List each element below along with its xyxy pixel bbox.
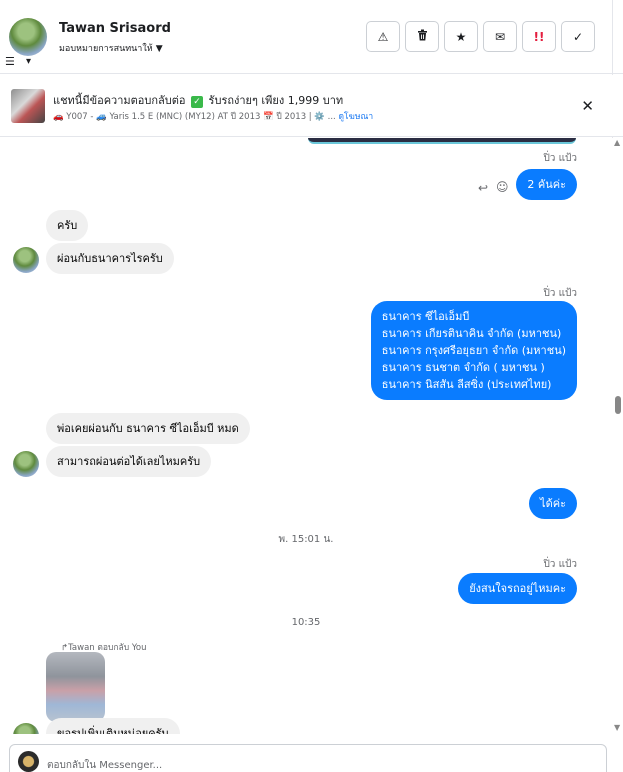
ad-title-text: แชทนี้มีข้อความตอบกลับต่อ: [53, 94, 186, 107]
bank-line: ธนาคาร นิสสัน ลีสซิ่ง (ประเทศไทย): [381, 378, 552, 391]
bank-line: ธนาคาร ธนชาต จำกัด ( มหาชน ): [381, 361, 545, 374]
previous-attachment-edge: [308, 138, 576, 144]
emoji-react-icon[interactable]: ☺: [496, 180, 509, 194]
view-ad-link[interactable]: ดูโฆษณา: [338, 112, 373, 122]
message-bubble-incoming[interactable]: ครับ: [46, 210, 89, 241]
ad-thumbnail[interactable]: [11, 89, 45, 123]
scroll-up-arrow-icon[interactable]: ▲: [614, 138, 620, 147]
delete-button[interactable]: [405, 21, 439, 52]
message-bubble-outgoing[interactable]: ยังสนใจรถอยู่ไหมคะ: [458, 573, 577, 604]
reply-icon[interactable]: ↩: [478, 181, 488, 195]
conversation-header: Tawan Srisaord มอบหมายการสนทนาให้ ▼ ☰ ▾ ⚠…: [0, 0, 623, 74]
trash-icon: [417, 29, 428, 44]
reply-input-placeholder[interactable]: ตอบกลับใน Messenger...: [47, 758, 162, 772]
timestamp-divider: 10:35: [291, 617, 321, 628]
message-bubble-incoming[interactable]: สามารถผ่อนต่อได้เลยไหมครับ: [46, 446, 212, 477]
reply-composer[interactable]: ตอบกลับใน Messenger...: [9, 744, 607, 772]
message-bubble-incoming[interactable]: พ่อเคยผ่อนกับ ธนาคาร ซีไอเอ็มบี หมด: [46, 413, 250, 444]
ad-subtitle-text: 🚗 Y007 - 🚙 Yaris 1.5 E (MNC) (MY12) AT ป…: [53, 112, 336, 122]
star-button[interactable]: ★: [444, 21, 478, 52]
mark-done-button[interactable]: ✓: [561, 21, 595, 52]
contact-avatar-small: [13, 723, 39, 734]
assign-label: มอบหมายการสนทนาให้: [59, 44, 153, 54]
ad-context-banner: แชทนี้มีข้อความตอบกลับต่อ ✓ รับรถง่ายๆ เ…: [0, 75, 623, 137]
bank-line: ธนาคาร ซีไอเอ็มบี: [381, 310, 470, 323]
timestamp-divider: พ. 15:01 น.: [278, 534, 334, 545]
message-bubble-outgoing[interactable]: ได้ค่ะ: [529, 488, 577, 519]
mark-unread-button[interactable]: ✉: [483, 21, 517, 52]
ad-subtitle: 🚗 Y007 - 🚙 Yaris 1.5 E (MNC) (MY12) AT ป…: [53, 109, 373, 123]
chat-scrollbar[interactable]: ▲ ▼: [612, 138, 623, 734]
contact-avatar-small: [13, 451, 39, 477]
bank-line: ธนาคาร กรุงศรีอยุธยา จำกัด (มหาชน): [381, 344, 566, 357]
star-icon: ★: [455, 29, 467, 44]
seen-indicator: ปิ่ว แป้ว: [543, 559, 577, 570]
ad-title-offer: รับรถง่ายๆ เพียง 1,999 บาท: [208, 94, 344, 107]
assign-conversation-dropdown[interactable]: มอบหมายการสนทนาให้ ▼: [59, 41, 163, 55]
contact-avatar[interactable]: [9, 18, 47, 56]
close-icon[interactable]: ✕: [581, 97, 594, 115]
contact-name[interactable]: Tawan Srisaord: [59, 21, 171, 36]
scroll-down-arrow-icon[interactable]: ▼: [614, 723, 620, 732]
page-avatar: [18, 751, 39, 772]
scrollbar-thumb[interactable]: [615, 396, 621, 414]
message-bubble-outgoing[interactable]: 2 คันค่ะ: [516, 169, 577, 200]
bank-line: ธนาคาร เกียรตินาคิน จำกัด (มหาชน): [381, 327, 562, 340]
message-bubble-incoming[interactable]: ขอรูปเพิ่มเติมหน่อยครับ: [46, 718, 180, 734]
warning-button[interactable]: ⚠: [366, 21, 400, 52]
ad-title: แชทนี้มีข้อความตอบกลับต่อ ✓ รับรถง่ายๆ เ…: [53, 91, 343, 109]
header-action-buttons: ⚠ ★ ✉ !! ✓: [366, 21, 595, 52]
spam-icon: !!: [533, 29, 545, 44]
chevron-down-icon[interactable]: ▾: [26, 56, 31, 67]
warning-icon: ⚠: [377, 29, 389, 44]
replied-image-thumbnail[interactable]: [46, 652, 105, 722]
check-icon: ✓: [572, 29, 584, 44]
message-thread[interactable]: ปิ่ว แป้ว ↩ ☺ 2 คันค่ะ ครับ ผ่อนกับธนาคา…: [0, 138, 612, 734]
filter-sliders-icon[interactable]: ☰: [5, 55, 15, 68]
message-bubble-incoming[interactable]: ผ่อนกับธนาคารไรครับ: [46, 243, 174, 274]
mail-icon: ✉: [494, 29, 506, 44]
seen-indicator: ปิ่ว แป้ว: [543, 153, 577, 164]
contact-avatar-small: [13, 247, 39, 273]
seen-indicator: ปิ่ว แป้ว: [543, 288, 577, 299]
chevron-down-icon: ▼: [155, 44, 163, 54]
message-bubble-outgoing-banks[interactable]: ธนาคาร ซีไอเอ็มบี ธนาคาร เกียรตินาคิน จำ…: [370, 301, 577, 400]
checkmark-icon: ✓: [191, 96, 204, 108]
spam-button[interactable]: !!: [522, 21, 556, 52]
